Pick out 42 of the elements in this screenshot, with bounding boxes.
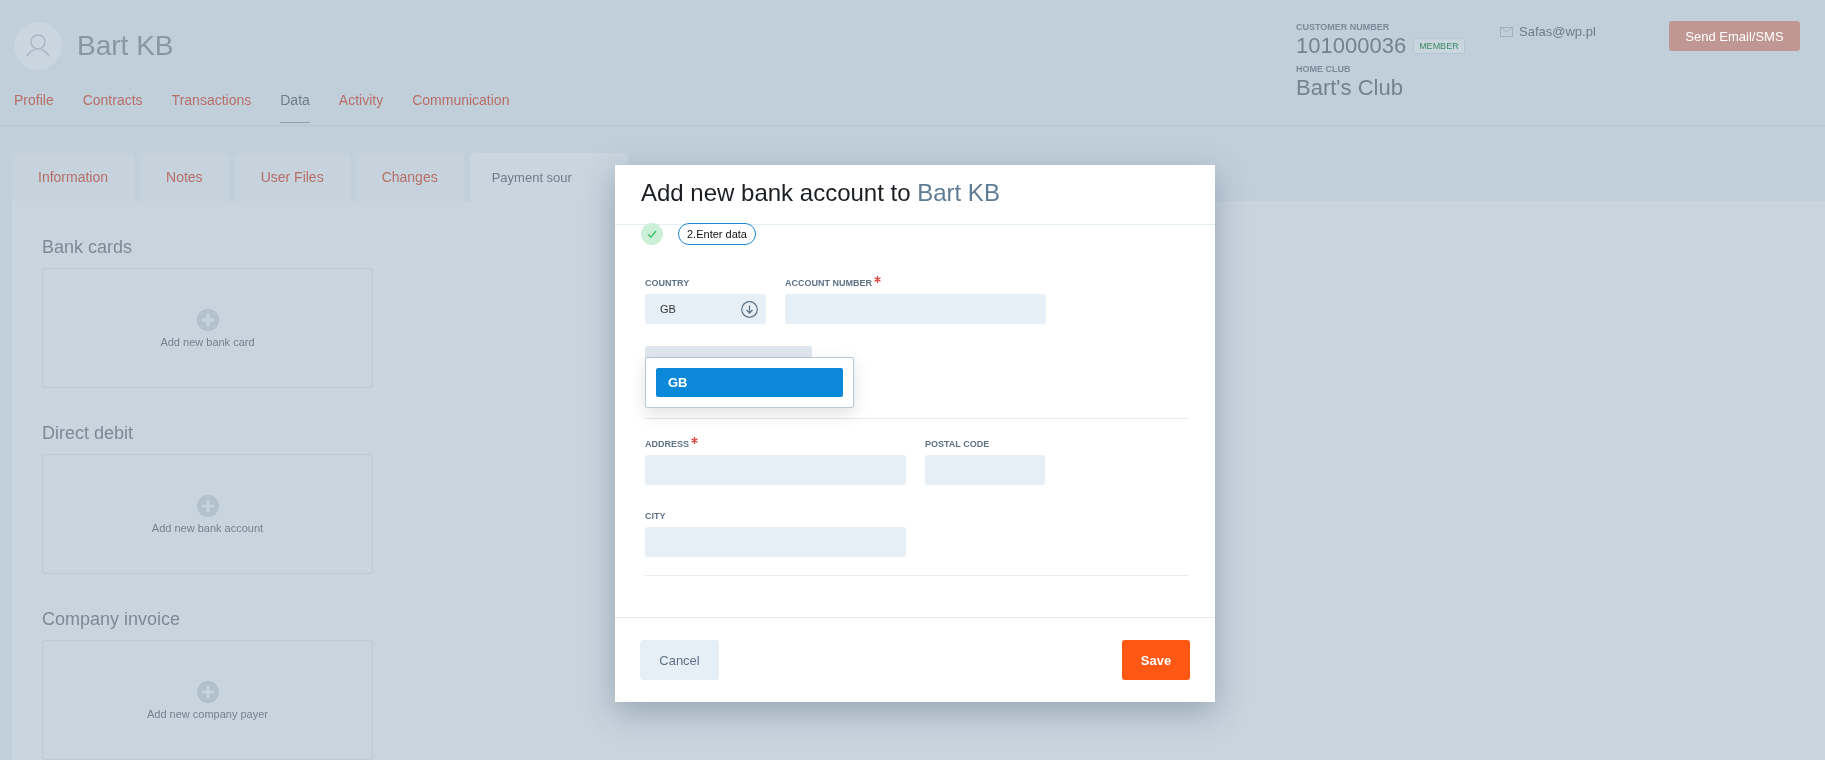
- input-field[interactable]: [645, 455, 906, 485]
- field-label: CITY: [645, 511, 666, 522]
- field-label: HOME CLUB: [1296, 64, 1352, 74]
- home-club: Bart's Club: [1296, 75, 1404, 101]
- section-title: Direct debit: [42, 423, 134, 444]
- add-card[interactable]: Add new company payer: [42, 640, 373, 760]
- field-label: ACCOUNT NUMBER: [785, 278, 872, 289]
- field-label: POSTAL CODE: [925, 439, 990, 450]
- mail-icon: [1500, 26, 1513, 37]
- send-email-sms-button[interactable]: Send Email/SMS: [1669, 21, 1800, 51]
- sub-tab[interactable]: User Files: [234, 153, 350, 201]
- field-label: ADDRESS: [645, 439, 689, 450]
- nav-tab[interactable]: Data: [280, 92, 310, 123]
- country-select[interactable]: GB: [645, 294, 766, 324]
- add-card[interactable]: Add new bank card: [42, 268, 373, 388]
- nav-tab[interactable]: Communication: [412, 92, 510, 123]
- customer-name: Bart KB: [77, 30, 174, 62]
- step-label: 2.Enter data: [678, 223, 756, 245]
- add-card[interactable]: Add new bank account: [42, 454, 373, 574]
- dialog-title: Add new bank account to Bart KB: [641, 179, 1000, 206]
- avatar-icon: [14, 22, 62, 70]
- field-label: CUSTOMER NUMBER: [1296, 22, 1391, 32]
- sub-tab[interactable]: Information: [12, 153, 135, 201]
- email-address: Safas@wp.pl: [1519, 24, 1596, 39]
- sub-tab[interactable]: Payment sour: [469, 153, 628, 201]
- input-field[interactable]: [645, 527, 906, 557]
- input-field[interactable]: [785, 294, 1046, 324]
- nav-tab[interactable]: Contracts: [82, 92, 143, 123]
- nav-tab[interactable]: Activity: [338, 92, 384, 123]
- sub-tab[interactable]: Notes: [140, 153, 229, 201]
- section-title: Company invoice: [42, 609, 181, 630]
- section-title: Bank cards: [42, 237, 133, 258]
- save-button[interactable]: Save: [1122, 640, 1190, 680]
- customer-number: 101000036: [1296, 33, 1407, 59]
- nav-tab[interactable]: Transactions: [171, 92, 252, 123]
- input-field[interactable]: [925, 455, 1045, 485]
- sub-tab[interactable]: Changes: [355, 153, 464, 201]
- cancel-button[interactable]: Cancel: [640, 640, 719, 680]
- nav-tab[interactable]: Profile: [14, 92, 54, 123]
- member-badge: MEMBER: [1413, 38, 1465, 54]
- field-label: COUNTRY: [645, 278, 690, 289]
- dropdown-option[interactable]: GB: [656, 368, 843, 397]
